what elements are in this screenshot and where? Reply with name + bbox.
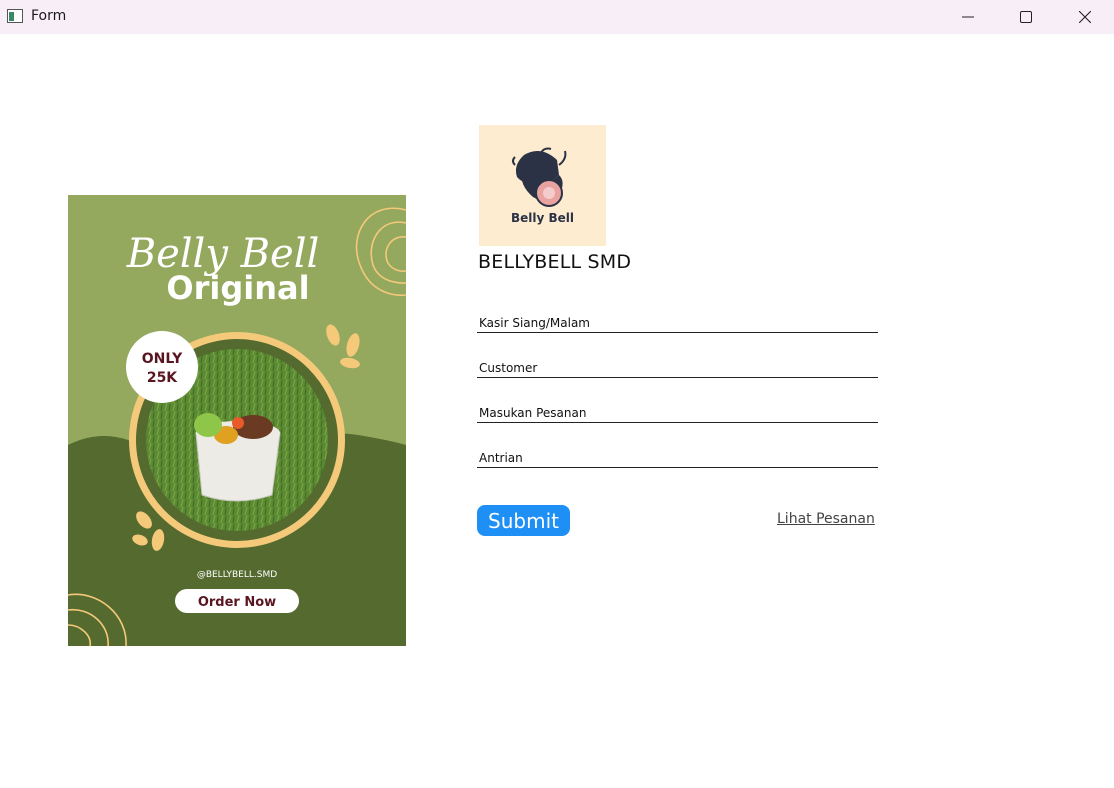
maximize-icon <box>1020 11 1032 23</box>
close-icon <box>1079 11 1091 23</box>
order-now-label: Order Now <box>198 595 276 610</box>
bell-icon <box>512 147 567 207</box>
kasir-field[interactable] <box>477 313 878 333</box>
promo-poster: Belly Bell Original ONLY 25K @BELLYBELL.… <box>68 195 406 646</box>
badge-line1: ONLY <box>142 351 183 367</box>
app-icon <box>7 9 23 23</box>
pesanan-field[interactable] <box>477 403 878 423</box>
brand-logo: Belly Bell <box>479 125 606 246</box>
submit-button[interactable]: Submit <box>477 505 570 536</box>
window-title: Form <box>31 8 67 24</box>
minimize-icon <box>962 16 974 18</box>
poster-headline: Original <box>166 269 309 307</box>
minimize-button[interactable] <box>945 0 991 34</box>
antrian-field[interactable] <box>477 448 878 468</box>
customer-field[interactable] <box>477 358 878 378</box>
poster-handle: @BELLYBELL.SMD <box>197 570 277 580</box>
lihat-pesanan-link[interactable]: Lihat Pesanan <box>777 511 875 527</box>
close-button[interactable] <box>1062 0 1108 34</box>
title-bar: Form <box>0 0 1114 34</box>
logo-text: Belly Bell <box>510 211 575 225</box>
badge-line2: 25K <box>147 370 178 386</box>
brand-title: BELLYBELL SMD <box>478 251 632 273</box>
maximize-button[interactable] <box>1003 0 1049 34</box>
